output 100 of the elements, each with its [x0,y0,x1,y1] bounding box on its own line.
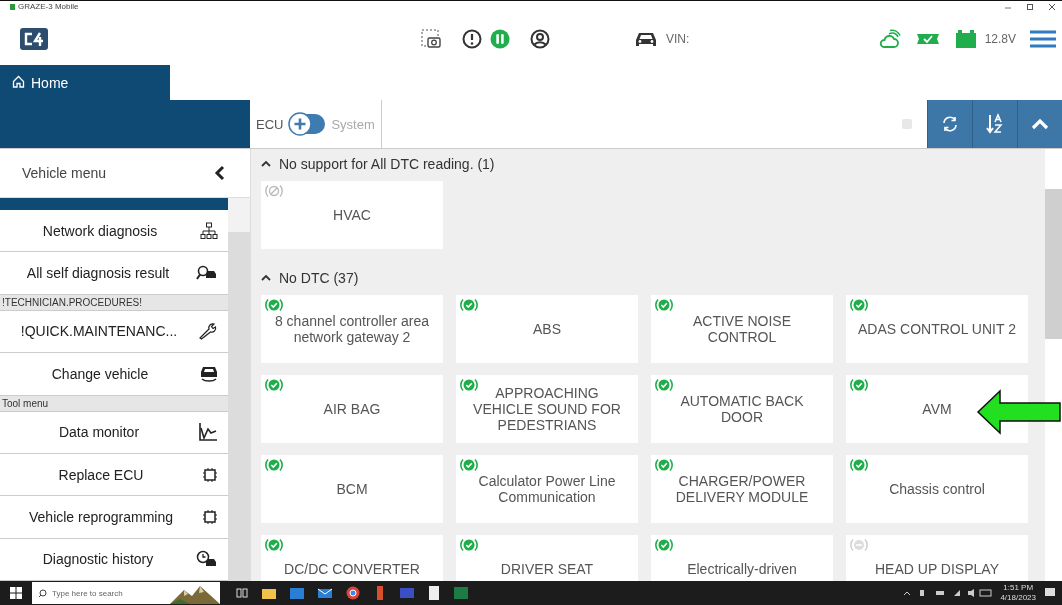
chip-icon [202,508,218,525]
check-status-icon [850,298,868,312]
module-card[interactable]: ADAS CONTROL UNIT 2 [846,295,1028,363]
collapse-caret-icon[interactable] [261,274,271,282]
module-name: HEAD UP DISPLAY [875,561,999,577]
check-status-icon [460,298,478,312]
module-name: DRIVER SEAT [500,561,594,577]
close-icon[interactable] [1048,2,1056,11]
scrollbar-thumb[interactable] [228,232,250,581]
module-card[interactable]: DC/DC CONVERTER [261,535,443,581]
module-card[interactable]: BCM [261,455,443,523]
check-status-icon [460,378,478,392]
module-card[interactable]: HEAD UP DISPLAY [846,535,1028,581]
sort-icon [985,113,1005,135]
folder-icon[interactable] [262,587,276,599]
store-icon[interactable] [290,587,304,599]
browser-icon[interactable] [346,586,360,600]
check-status-icon [655,378,673,392]
module-card[interactable]: Calculator Power Line Communication [456,455,638,523]
network-icon [200,221,218,240]
scrollbar-thumb[interactable] [1045,189,1062,339]
start-icon[interactable] [10,587,22,599]
check-status-icon [655,458,673,472]
vin-label: VIN: [666,31,690,46]
check-status-icon [655,298,673,312]
unknown-status-icon [850,538,868,552]
sidebar-item[interactable]: Change vehicle [0,353,228,396]
document-icon[interactable] [428,586,440,600]
check-status-icon [265,298,283,312]
chevron-up-icon [1031,118,1049,130]
module-name: Electrically-driven [687,561,797,577]
module-name: AUTOMATIC BACK DOOR [679,393,805,425]
task-view-icon[interactable] [236,587,248,599]
module-card[interactable]: ABS [456,295,638,363]
cloud-signal-icon [878,27,901,50]
check-status-icon [265,378,283,392]
chip-icon [202,466,218,483]
ecu-system-toggle[interactable] [287,112,328,136]
module-card[interactable]: AVM [846,375,1028,443]
notification-icon[interactable] [1044,587,1056,599]
module-card[interactable]: AIR BAG [261,375,443,443]
group-title: No DTC (37) [279,270,359,286]
unsupported-status-icon [265,184,283,198]
check-status-icon [460,538,478,552]
alert-icon[interactable] [462,28,482,49]
screenshot-icon[interactable] [420,27,442,50]
check-status-icon [460,458,478,472]
collapse-sidebar-icon[interactable] [214,165,226,181]
check-status-icon [265,458,283,472]
check-status-icon [850,378,868,392]
sidebar-title: Vehicle menu [22,165,107,181]
module-card[interactable]: ACTIVE NOISE CONTROL [651,295,833,363]
pause-icon[interactable] [490,28,510,49]
check-status-icon [265,538,283,552]
sort-button[interactable] [972,100,1017,148]
module-card[interactable]: 8 channel controller area network gateway 2 [261,295,443,363]
module-card[interactable]: Electrically-driven [651,535,833,581]
module-name: DC/DC CONVERTER [284,561,420,577]
module-name: ADAS CONTROL UNIT 2 [858,321,1016,337]
wrench-icon [198,322,218,341]
module-card[interactable]: DRIVER SEAT [456,535,638,581]
check-status-icon [655,538,673,552]
module-name: 8 channel controller area network gateway 2 [273,313,431,345]
module-card[interactable]: APPROACHING VEHICLE SOUND FOR PEDESTRIANS [456,375,638,443]
collapse-button[interactable] [1017,100,1062,148]
module-card[interactable]: Chassis control [846,455,1028,523]
module-name: Chassis control [889,481,985,497]
taskbar-search-field[interactable]: Type here to search [32,582,220,604]
refresh-button[interactable] [927,100,972,148]
module-card[interactable]: CHARGER/POWER DELIVERY MODULE [651,455,833,523]
restore-icon[interactable] [1026,2,1034,11]
module-card[interactable]: AUTOMATIC BACK DOOR [651,375,833,443]
window-title: GRAZE-3 Mobile [18,2,79,11]
window-icon[interactable] [400,587,414,599]
user-icon[interactable] [530,28,550,49]
module-name: ABS [533,321,561,337]
module-name: HVAC [333,207,371,223]
module-name: Calculator Power Line Communication [477,473,617,505]
home-tab[interactable]: Home [0,65,170,100]
menu-icon[interactable] [1030,29,1056,48]
history-car-icon [196,550,218,569]
module-name: APPROACHING VEHICLE SOUND FOR PEDESTRIANS [472,385,622,433]
module-name: AVM [922,401,952,417]
tray-icons[interactable] [902,588,993,598]
collapse-caret-icon[interactable] [261,160,271,168]
clock-time: 1:51 PM [1002,583,1035,593]
check-status-icon [850,458,868,472]
app-icon[interactable] [374,586,386,600]
battery-icon [954,28,977,49]
group-title: No support for All DTC reading. (1) [279,156,495,172]
app-logo [20,27,48,50]
module-card[interactable]: HVAC [261,181,443,249]
chart-icon [198,422,218,443]
module-name: ACTIVE NOISE CONTROL [692,313,792,345]
refresh-icon [941,115,959,133]
app-icon [10,3,15,10]
search-car-icon [196,265,218,282]
mail-icon[interactable] [318,587,332,599]
module-name: BCM [336,481,368,497]
search-placeholder: Type here to search [52,588,123,598]
